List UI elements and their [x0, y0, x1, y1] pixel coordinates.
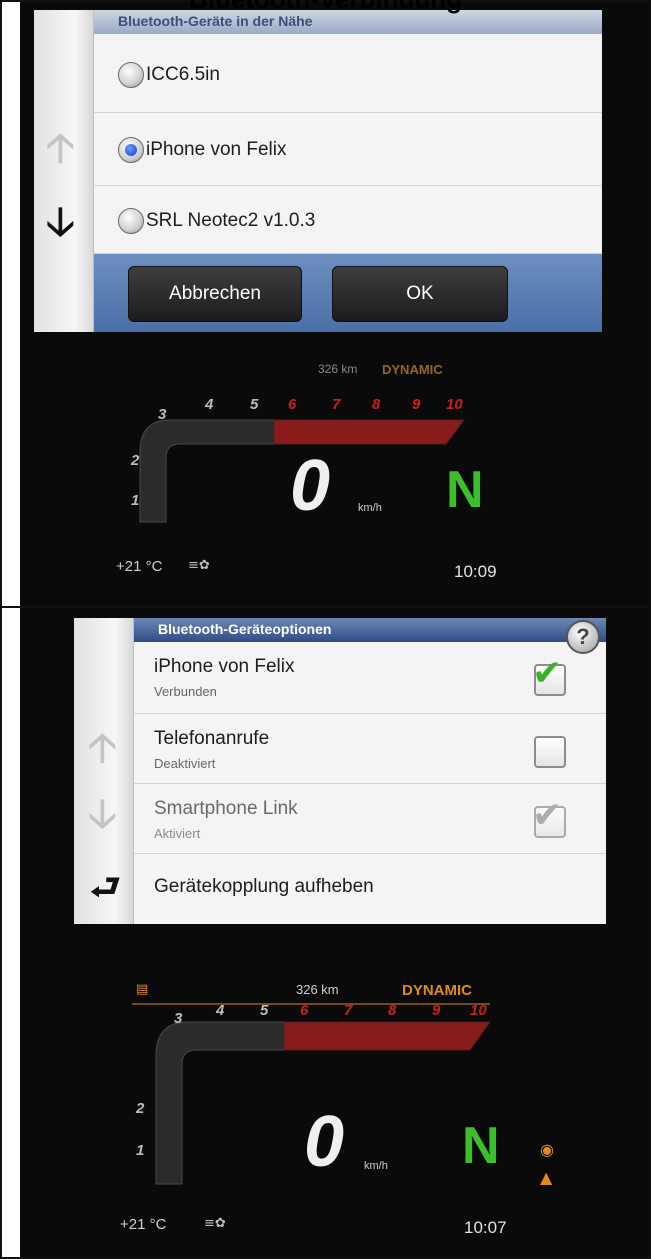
abs-warning-icon: ▲ — [540, 1168, 553, 1187]
temperature-readout: +21 °C — [120, 1216, 167, 1233]
photo-panel-2: 🡡 🡣 ⮐ Bluetooth-Geräteoptionen iPhone vo… — [20, 608, 649, 1257]
tacho-label: 8 — [372, 396, 381, 413]
traction-control-icon: ◉ — [540, 1140, 554, 1159]
clock-readout: 10:09 — [454, 562, 497, 581]
tacho-label: 10 — [446, 396, 463, 413]
speed-readout: 0 — [304, 1102, 345, 1182]
heated-grip-icon: ≡✿ — [188, 558, 210, 573]
tacho-label: 10 — [470, 1002, 487, 1019]
tacho-label: 9 — [412, 396, 421, 413]
tacho-label: 1 — [136, 1142, 145, 1159]
tacho-label: 9 — [432, 1002, 441, 1019]
gear-indicator: N — [446, 461, 484, 519]
tacho-label: 4 — [216, 1002, 225, 1019]
tacho-label: 4 — [205, 396, 214, 413]
tacho-label: 2 — [136, 1100, 145, 1117]
gear-indicator: N — [462, 1117, 500, 1175]
tacho-label: 3 — [174, 1010, 183, 1027]
tacho-label: 6 — [288, 396, 297, 413]
tachometer-bar — [139, 419, 465, 523]
tacho-label: 8 — [388, 1002, 397, 1019]
figure-title: Bluetooth-Verbindung — [0, 0, 651, 15]
clock-readout: 10:07 — [464, 1218, 507, 1237]
tacho-label: 6 — [300, 1002, 309, 1019]
tacho-label: 1 — [131, 492, 140, 509]
speed-readout: 0 — [290, 446, 331, 526]
photo-panel-1: 🡡 🡣 Bluetooth-Geräte in der Nähe ICC6.5i… — [20, 2, 649, 606]
speed-unit: km/h — [364, 1160, 388, 1172]
tacho-label: 7 — [344, 1002, 353, 1019]
tacho-label: 2 — [131, 452, 140, 469]
speed-unit: km/h — [358, 502, 382, 514]
tacho-label: 7 — [332, 396, 341, 413]
tacho-label: 3 — [158, 406, 167, 423]
heated-grip-icon: ≡✿ — [204, 1216, 226, 1231]
tacho-label: 5 — [260, 1002, 269, 1019]
temperature-readout: +21 °C — [116, 558, 163, 575]
tacho-label: 5 — [250, 396, 259, 413]
